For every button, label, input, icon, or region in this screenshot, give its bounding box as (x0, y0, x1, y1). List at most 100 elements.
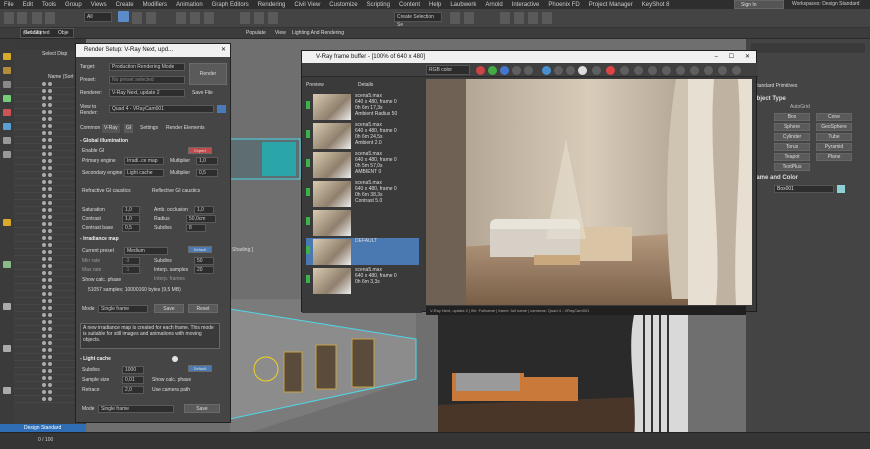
visibility-icon[interactable] (42, 215, 46, 219)
render-icon[interactable] (48, 362, 52, 366)
render-icon[interactable] (48, 397, 52, 401)
channel-dropdown[interactable]: RGB color (426, 65, 470, 75)
camera-icon[interactable] (3, 81, 11, 88)
visibility-icon[interactable] (42, 271, 46, 275)
sign-in-dropdown[interactable]: Sign In (734, 0, 784, 9)
render-icon[interactable] (48, 152, 52, 156)
visibility-icon[interactable] (42, 89, 46, 93)
reflective-caustics-checkbox[interactable]: Reflective GI caustics (152, 188, 200, 194)
rotate-icon[interactable] (190, 12, 200, 24)
render-icon[interactable] (48, 292, 52, 296)
renderer-dropdown[interactable]: V-Ray Next, update 2 (109, 89, 185, 97)
render-icon[interactable] (48, 250, 52, 254)
primitive-button[interactable]: TextPlus (774, 163, 810, 171)
render-icon[interactable] (48, 208, 52, 212)
render-icon[interactable] (48, 369, 52, 373)
min-rate-field[interactable]: -3 (122, 257, 140, 265)
visibility-icon[interactable] (42, 208, 46, 212)
visibility-icon[interactable] (42, 131, 46, 135)
render-icon[interactable] (48, 117, 52, 121)
ribbon-tab[interactable]: Get Started (24, 30, 50, 36)
saturation-field[interactable]: 1,0 (122, 206, 140, 214)
enable-gi-checkbox[interactable]: Enable GI (82, 148, 104, 154)
viewport-label[interactable]: Shading ] (232, 247, 253, 253)
menu-item[interactable]: Views (91, 2, 107, 8)
mode-dropdown[interactable]: Single frame (98, 305, 148, 313)
history-item[interactable]: scena5.max 640 x 480, frame 0 0h 5m 57,0… (306, 151, 419, 178)
visibility-icon[interactable] (42, 152, 46, 156)
create-icon[interactable] (3, 53, 11, 60)
refractive-caustics-checkbox[interactable]: Refractive GI caustics (82, 188, 131, 194)
scale-icon[interactable] (204, 12, 214, 24)
render-frame-icon[interactable] (528, 12, 538, 24)
pixel-info-icon[interactable] (704, 66, 713, 75)
primary-engine-dropdown[interactable]: Irradi..ce map (124, 157, 164, 165)
undo-icon[interactable] (4, 12, 14, 24)
render-icon[interactable] (48, 89, 52, 93)
stereo-icon[interactable] (648, 66, 657, 75)
render-icon[interactable] (48, 313, 52, 317)
workspace-status[interactable]: Design Standard (0, 424, 86, 432)
primitive-button[interactable]: Teapot (774, 153, 810, 161)
menu-item[interactable]: Content (399, 2, 420, 8)
green-channel-icon[interactable] (488, 66, 497, 75)
color-correction-icon[interactable] (662, 66, 671, 75)
primitive-button[interactable]: Torus (774, 143, 810, 151)
time-slider[interactable]: 0 / 100 (0, 432, 870, 449)
visibility-icon[interactable] (42, 110, 46, 114)
contrast-base-field[interactable]: 0,5 (122, 224, 140, 232)
lc-subdivs-field[interactable]: 1000 (122, 366, 144, 374)
visibility-icon[interactable] (42, 243, 46, 247)
visibility-icon[interactable] (42, 187, 46, 191)
lens-effects-icon[interactable] (634, 66, 643, 75)
unlink-icon[interactable] (45, 12, 55, 24)
blue-channel-icon[interactable] (500, 66, 509, 75)
lc-save-button[interactable]: Save (184, 404, 220, 413)
render-icon[interactable] (48, 327, 52, 331)
settings-icon[interactable] (732, 66, 741, 75)
render-icon[interactable] (48, 138, 52, 142)
menu-item[interactable]: Civil View (294, 2, 320, 8)
current-preset-dropdown[interactable]: Medium (124, 247, 168, 255)
ribbon-tab[interactable]: View (275, 30, 286, 36)
visibility-icon[interactable] (42, 348, 46, 352)
save-image-icon[interactable] (542, 66, 551, 75)
render-icon[interactable] (48, 299, 52, 303)
render-last-icon[interactable] (606, 66, 615, 75)
helper-icon[interactable] (3, 95, 11, 102)
visibility-icon[interactable] (42, 173, 46, 177)
layer-icon[interactable] (3, 151, 11, 158)
lut-icon[interactable] (690, 66, 699, 75)
show-calc-checkbox[interactable]: Show calc. phase (82, 277, 121, 283)
render-icon[interactable] (48, 103, 52, 107)
irr-save-button[interactable]: Save (154, 304, 184, 313)
sun-icon[interactable] (3, 219, 11, 226)
stop-render-icon[interactable] (620, 66, 629, 75)
primitive-button[interactable]: GeoSphere (816, 123, 852, 131)
visibility-icon[interactable] (42, 285, 46, 289)
percent-snap-icon[interactable] (268, 12, 278, 24)
ambient-occlusion-checkbox[interactable]: Amb. occlusion (154, 207, 188, 213)
visibility-icon[interactable] (42, 103, 46, 107)
select-icon[interactable] (118, 11, 129, 22)
maximize-icon[interactable]: ☐ (729, 51, 734, 63)
view-dropdown[interactable]: Quad 4 - VRayCam001 (109, 105, 214, 113)
sample-size-field[interactable]: 0,01 (122, 376, 144, 384)
visibility-icon[interactable] (42, 299, 46, 303)
history-item[interactable]: scena5.max 640 x 480, frame 0 0h 6m 24,5… (306, 122, 419, 149)
tab-vray[interactable]: V-Ray (102, 124, 120, 133)
render-icon[interactable] (48, 180, 52, 184)
render-icon[interactable] (48, 334, 52, 338)
menu-item[interactable]: Graph Editors (212, 2, 249, 8)
menu-item[interactable]: Tools (42, 2, 56, 8)
visibility-icon[interactable] (42, 390, 46, 394)
contrast-field[interactable]: 1,0 (122, 215, 140, 223)
visibility-icon[interactable] (42, 355, 46, 359)
preset-dropdown[interactable]: No preset selected (109, 76, 185, 84)
render-icon[interactable] (542, 12, 552, 24)
menu-item[interactable]: Help (429, 2, 441, 8)
render-icon[interactable] (48, 187, 52, 191)
render-icon[interactable] (48, 215, 52, 219)
render-icon[interactable] (48, 194, 52, 198)
render-icon[interactable] (48, 285, 52, 289)
